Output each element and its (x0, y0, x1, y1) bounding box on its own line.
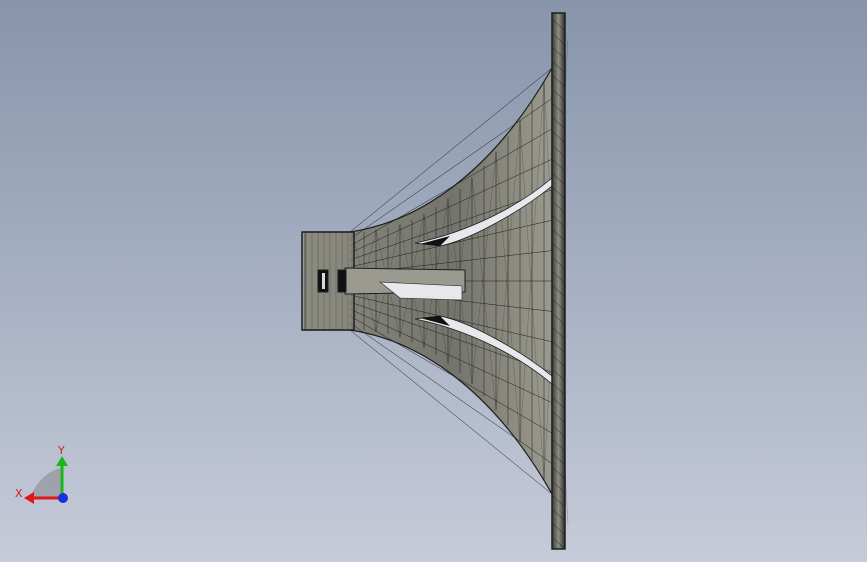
graphics-viewport[interactable]: Y X (0, 0, 867, 562)
coordinate-triad: Y X (10, 440, 80, 510)
x-axis-label: X (15, 487, 23, 500)
y-axis-arrow (56, 456, 68, 466)
driver-slot-2 (337, 269, 347, 293)
y-axis-label: Y (57, 444, 65, 457)
z-axis-dot (58, 493, 68, 503)
triad-plane (30, 468, 62, 498)
x-axis-arrow (24, 492, 34, 504)
driver-slot-inner (322, 273, 325, 289)
horn-model[interactable] (0, 0, 867, 562)
